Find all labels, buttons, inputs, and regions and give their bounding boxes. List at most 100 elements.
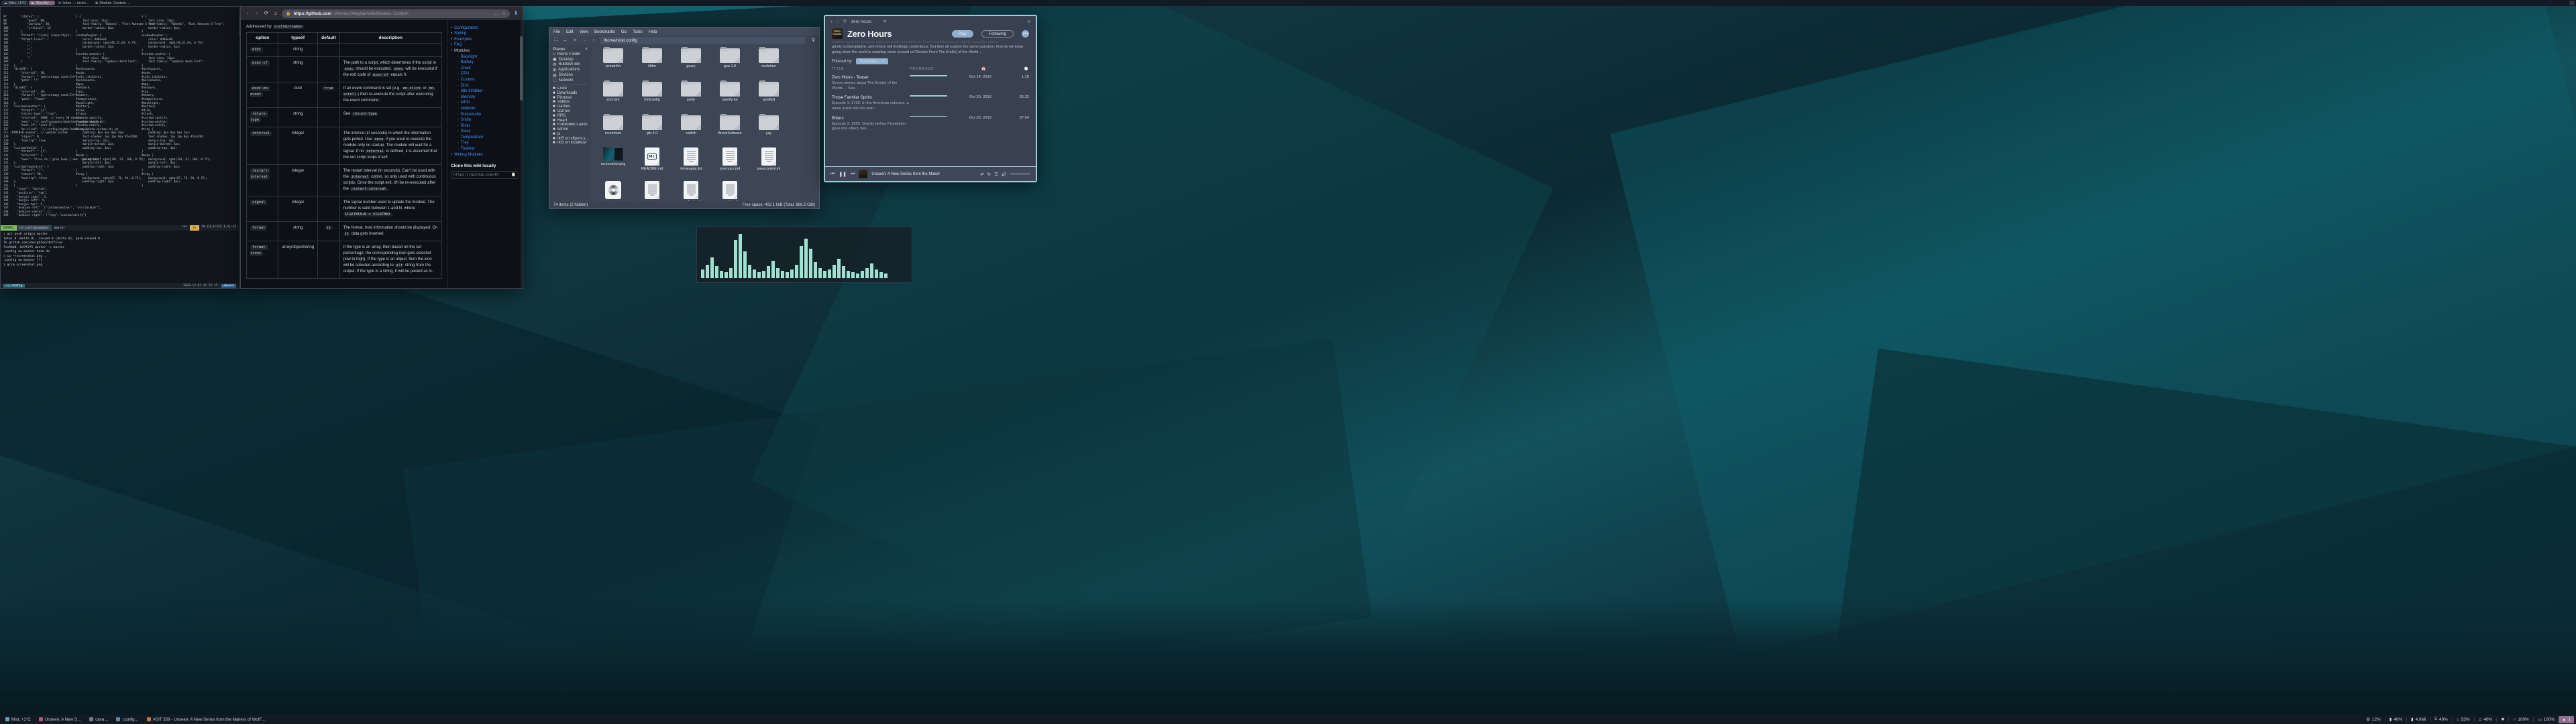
sidebar-module-disk[interactable]: ◦ Disk [458, 84, 519, 88]
file-item[interactable]: catfish [672, 114, 710, 147]
menu-tools[interactable]: Tools [633, 29, 642, 34]
sidebar-link[interactable]: Backlight [461, 55, 477, 59]
sidebar-link[interactable]: Battery [461, 60, 474, 64]
place-rubbishbin[interactable]: ♻ Rubbish Bin [549, 62, 591, 68]
file-item[interactable]: geary [672, 47, 710, 80]
shell-output[interactable]: ❯ git push origin master Total 0 (delta 0… [1, 231, 239, 288]
sidebar-link[interactable]: Network [461, 107, 476, 111]
skip-forward-icon[interactable]: ⏭ [851, 172, 855, 177]
file-item[interactable]: libfm [633, 47, 672, 80]
sidebar-module-tray[interactable]: ◦ Tray [458, 141, 519, 145]
new-tab-icon[interactable]: ⛶ [553, 38, 559, 43]
file-item[interactable]: gtk-4.0 [633, 114, 672, 147]
episode-row[interactable]: Bitters Episode 3: 1920. Shortly before P… [832, 114, 1029, 134]
chevron-down-icon[interactable]: ˅ [881, 59, 884, 64]
clone-url-box[interactable]: https://github.com/Al 📋 [451, 170, 519, 179]
bookmark-downloads[interactable]: ■ Downloads [549, 90, 591, 95]
sidebar-module-river[interactable]: ◦ River [458, 124, 519, 128]
taskbar-item-inbox[interactable]: ✉ Inbox — nicho… [56, 1, 92, 5]
copy-icon[interactable]: 📋 [511, 173, 516, 177]
clock-icon[interactable]: 🕓 [991, 67, 1029, 71]
reload-button[interactable]: ⟳ [263, 10, 270, 17]
sidebar-module-idleinhibitor[interactable]: ◦ Idle Inhibitor [458, 89, 519, 93]
sidebar-link[interactable]: Temperature [461, 135, 484, 139]
menu-go[interactable]: Go [621, 29, 627, 34]
file-item[interactable]: M↓ README.md [633, 147, 672, 181]
close-icon[interactable]: ✕ [883, 19, 887, 24]
file-item[interactable]: user-dirs.locale [672, 181, 710, 201]
sidebar-item-writingmodules[interactable]: • Writing Modules [451, 153, 519, 157]
bookmark-games[interactable]: ■ Games [549, 105, 591, 109]
search-icon[interactable]: ⚲ [812, 38, 815, 43]
workspace-indicator[interactable]: ▲ 1 [2559, 715, 2574, 723]
taskbar-button[interactable]: cava… [86, 716, 111, 723]
sidebar-link[interactable]: PulseAudio [461, 113, 481, 117]
taskbar-button[interactable]: #GIT 359 - Unseen: A New Series from the… [144, 716, 270, 723]
sidebar-link[interactable]: Clock [461, 66, 471, 70]
chevron-down-icon[interactable]: ˅ [1027, 19, 1030, 25]
sidebar-item-faq[interactable]: • FAQ [451, 43, 519, 47]
sidebar-item-examples[interactable]: • Examples [451, 38, 519, 42]
sidebar-link[interactable]: Idle Inhibitor [461, 89, 483, 93]
places-header[interactable]: Places ˅ [549, 46, 591, 52]
file-item[interactable]: yay [749, 114, 788, 147]
stat-cpu[interactable]: ⚙ 12% [2362, 716, 2385, 723]
file-item[interactable]: pavucontrol.ini [749, 147, 788, 181]
file-item[interactable]: goa-1.0 [710, 47, 749, 80]
file-manager-window[interactable]: File Edit View Bookmarks Go Tools Help ⛶ ← ˅ →… [549, 27, 820, 209]
more-options-button[interactable]: ••• [1022, 29, 1029, 38]
forward-arrow-icon[interactable]: → [582, 38, 587, 43]
volume-slider[interactable] [1010, 173, 1030, 175]
file-item[interactable]: evolution [749, 47, 788, 80]
bookmark-forbiddenlands[interactable]: ■ Forbidden Lands [549, 123, 591, 127]
stat-swap[interactable]: ▮ 4.0Mi [2407, 716, 2430, 723]
sidebar-link[interactable]: Custom [461, 78, 475, 82]
filter-chip-episodes[interactable]: Episodes ˅ [855, 58, 888, 65]
pause-icon[interactable]: ❚❚ [839, 172, 847, 177]
sidebar-link[interactable]: MPD [461, 101, 470, 105]
page-scrollbar[interactable] [520, 20, 523, 288]
file-item[interactable]: zoomus.conf [710, 147, 749, 181]
file-item[interactable]: mimeapps.list [672, 147, 710, 181]
menu-help[interactable]: Help [649, 29, 657, 34]
bookmark-server[interactable]: ■ server [549, 127, 591, 132]
chevron-down-icon[interactable]: ˅ [585, 47, 588, 52]
file-item[interactable]: spotifyd [749, 80, 788, 114]
stat-headphone[interactable]: ♫ 40% [2475, 716, 2497, 723]
place-network[interactable]: ⬚ Network [549, 78, 591, 83]
bookmark-nb5onsftpsrvs[interactable]: ■ nb5 on sftpsrv.s… [549, 136, 591, 141]
up-arrow-icon[interactable]: ↑ [591, 38, 596, 43]
stat-mic-muted[interactable]: ✖ [2497, 716, 2508, 723]
file-grid[interactable]: pcmanfm libfm geary goa-1.0 evolution enchant… [591, 45, 819, 201]
address-bar[interactable]: 🔒 https://github.com /Alexays/Waybar/wik… [282, 9, 510, 18]
place-applications[interactable]: ⊞ Applications [549, 67, 591, 72]
file-item[interactable]: pulse [672, 80, 710, 114]
sidebar-module-battery[interactable]: ◦ Battery [458, 60, 519, 64]
episode-row[interactable]: Zero Hours - Teaser Seven stories about T… [832, 73, 1029, 93]
file-item[interactable]: scummvm [594, 114, 633, 147]
firefox-window[interactable]: ‹ › ⟳ ⌂ 🔒 https://github.com /Alexays/Wa… [240, 6, 523, 289]
sidebar-module-cpu[interactable]: ◦ CPU [458, 72, 519, 76]
sidebar-module-custom[interactable]: ◦ Custom [458, 78, 519, 82]
page-actions-icon[interactable]: … [494, 11, 499, 16]
file-item[interactable]: org.gabmus.giara.json [594, 181, 633, 201]
sidebar-link[interactable]: Writing Modules [454, 153, 483, 157]
home-button[interactable]: ⌂ [272, 10, 279, 17]
place-homefolder[interactable]: ⌂ Home Folder [549, 52, 591, 57]
volume-icon[interactable]: 🔊 [1002, 172, 1007, 177]
bookmark-rpg[interactable]: ■ RPG [549, 113, 591, 118]
taskbar-item-alacritty[interactable]: ▶ Alacritty… [29, 1, 55, 5]
repeat-icon[interactable]: ↻ [987, 172, 991, 177]
sidebar-link[interactable]: Tray [461, 141, 469, 145]
sidebar-module-network[interactable]: ◦ Network [458, 107, 519, 111]
file-item[interactable]: BraveSoftware [710, 114, 749, 147]
chevron-right-icon[interactable]: › [837, 19, 838, 24]
stat-home-disk[interactable]: ⌂ 53% [2453, 716, 2474, 723]
sidebar-module-backlight[interactable]: ◦ Backlight [458, 55, 519, 59]
place-desktop[interactable]: ▣ Desktop [549, 57, 591, 62]
sidebar-module-temperature[interactable]: ◦ Temperature [458, 135, 519, 139]
sidebar-link[interactable]: CPU [461, 72, 470, 76]
sidebar-link[interactable]: Memory [461, 95, 476, 99]
file-item[interactable]: enchant [594, 80, 633, 114]
file-item[interactable]: pcmanfm [594, 47, 633, 80]
